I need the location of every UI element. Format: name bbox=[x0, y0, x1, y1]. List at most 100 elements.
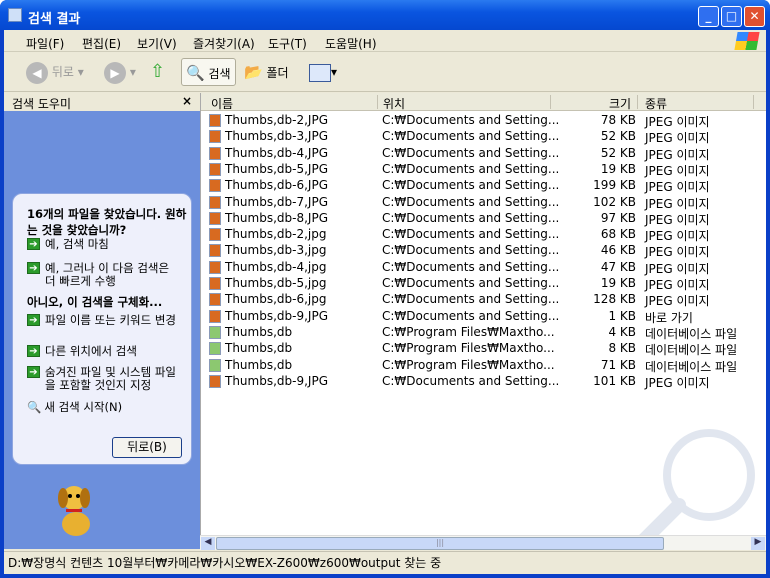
file-size: 52 KB bbox=[600, 145, 636, 160]
file-size: 97 KB bbox=[600, 210, 636, 225]
arrow-icon: ➔ bbox=[27, 238, 40, 250]
file-row[interactable]: Thumbs,db-4,jpg C:₩Documents and Setting… bbox=[201, 259, 766, 276]
status-bar: D:₩장명식 컨텐츠 10월부터₩카메라₩카시오₩EX-Z600₩z600₩ou… bbox=[4, 551, 766, 570]
file-location: C:₩Program Files₩Maxtho... bbox=[382, 341, 555, 356]
search-dog-icon bbox=[58, 486, 90, 536]
jpeg-file-icon bbox=[209, 277, 221, 290]
link-label: 다른 위치에서 검색 bbox=[45, 344, 137, 358]
link-hidden-files[interactable]: ➔ 숨겨진 파일 및 시스템 파일을 포함할 것인지 지정 bbox=[27, 366, 187, 392]
horizontal-scrollbar[interactable]: ◀ ||| ▶ bbox=[200, 535, 766, 550]
jpeg-file-icon bbox=[209, 146, 221, 160]
views-icon bbox=[309, 63, 331, 82]
link-label: 파일 이름 또는 키워드 변경 bbox=[45, 313, 177, 327]
link-yes-finish[interactable]: ➔ 예, 검색 마침 bbox=[27, 238, 187, 251]
file-row[interactable]: Thumbs,db-7,JPG C:₩Documents and Setting… bbox=[201, 194, 766, 211]
link-other-location[interactable]: ➔ 다른 위치에서 검색 bbox=[27, 345, 187, 358]
file-row[interactable]: Thumbs,db C:₩Program Files₩Maxtho... 4 K… bbox=[201, 324, 766, 341]
column-size[interactable]: 크기 bbox=[609, 95, 631, 112]
file-name: Thumbs,db-4,jpg bbox=[225, 259, 327, 274]
file-row[interactable]: Thumbs,db-4,JPG C:₩Documents and Setting… bbox=[201, 145, 766, 162]
file-location: C:₩Documents and Setting... bbox=[382, 194, 560, 209]
menu-help[interactable]: 도움말(H) bbox=[325, 35, 377, 52]
maximize-button[interactable]: □ bbox=[721, 6, 742, 27]
scroll-right-button[interactable]: ▶ bbox=[751, 537, 765, 550]
menu-favorites[interactable]: 즐겨찾기(A) bbox=[193, 35, 255, 52]
column-location[interactable]: 위치 bbox=[383, 95, 405, 112]
column-name[interactable]: 이름 bbox=[211, 95, 233, 112]
file-location: C:₩Program Files₩Maxtho... bbox=[382, 324, 555, 339]
scroll-thumb[interactable]: ||| bbox=[216, 537, 664, 550]
file-row[interactable]: Thumbs,db-6,jpg C:₩Documents and Setting… bbox=[201, 291, 766, 308]
link-yes-faster[interactable]: ➔ 예, 그러나 이 다음 검색은 더 빠르게 수행 bbox=[27, 262, 187, 288]
file-row[interactable]: Thumbs,db-8,JPG C:₩Documents and Setting… bbox=[201, 210, 766, 227]
close-button[interactable]: ✕ bbox=[744, 6, 765, 27]
file-row[interactable]: Thumbs,db-5,JPG C:₩Documents and Setting… bbox=[201, 161, 766, 178]
up-folder-button[interactable]: ⇧ bbox=[150, 58, 165, 86]
toolbar: ◀ 뒤로 ▾ ▶ ▾ ⇧ 🔍 검색 📂 폴더 ▾ bbox=[4, 52, 766, 92]
file-row[interactable]: Thumbs,db-9,JPG C:₩Documents and Setting… bbox=[201, 373, 766, 390]
menu-file[interactable]: 파일(F) bbox=[26, 35, 64, 52]
file-location: C:₩Documents and Setting... bbox=[382, 113, 560, 127]
file-name: Thumbs,db-9,JPG bbox=[225, 308, 329, 323]
database-file-icon bbox=[209, 358, 221, 372]
magnifier-watermark-icon bbox=[629, 429, 755, 549]
windows-logo bbox=[734, 32, 760, 50]
file-row[interactable]: Thumbs,db-9,JPG C:₩Documents and Setting… bbox=[201, 308, 766, 325]
jpeg-file-icon bbox=[209, 130, 221, 144]
back-button[interactable]: ◀ 뒤로 ▾ bbox=[26, 58, 84, 86]
search-results-bubble: 16개의 파일을 찾았습니다. 원하는 것을 찾았습니까? ➔ 예, 검색 마침 … bbox=[12, 193, 192, 465]
file-row[interactable]: Thumbs,db C:₩Program Files₩Maxtho... 8 K… bbox=[201, 340, 766, 357]
file-type: JPEG 이미지 bbox=[645, 375, 710, 390]
refine-heading: 아니오, 이 검색을 구체화... bbox=[27, 295, 163, 309]
file-name: Thumbs,db bbox=[225, 324, 293, 339]
file-row[interactable]: Thumbs,db-5,jpg C:₩Documents and Setting… bbox=[201, 275, 766, 292]
file-name: Thumbs,db-3,JPG bbox=[225, 129, 329, 144]
jpeg-file-icon bbox=[209, 179, 221, 193]
menu-edit[interactable]: 편집(E) bbox=[82, 35, 121, 52]
search-button[interactable]: 🔍 검색 bbox=[181, 58, 236, 86]
scroll-left-button[interactable]: ◀ bbox=[201, 537, 215, 550]
jpeg-file-icon bbox=[209, 114, 221, 127]
menu-tools[interactable]: 도구(T) bbox=[268, 35, 307, 52]
explorer-window: 검색 결과 _ □ ✕ 파일(F) 편집(E) 보기(V) 즐겨찾기(A) 도구… bbox=[0, 0, 770, 578]
file-location: C:₩Documents and Setting... bbox=[382, 373, 560, 388]
search-icon: 🔍 bbox=[27, 400, 42, 414]
file-row[interactable]: Thumbs,db C:₩Program Files₩Maxtho... 71 … bbox=[201, 357, 766, 374]
file-row[interactable]: Thumbs,db-2,JPG C:₩Documents and Setting… bbox=[201, 112, 766, 129]
file-row[interactable]: Thumbs,db-6,JPG C:₩Documents and Setting… bbox=[201, 177, 766, 194]
back-label: 뒤로 bbox=[51, 65, 74, 79]
file-row[interactable]: Thumbs,db-3,JPG C:₩Documents and Setting… bbox=[201, 128, 766, 145]
menu-view[interactable]: 보기(V) bbox=[137, 35, 177, 52]
link-new-search[interactable]: 🔍 새 검색 시작(N) bbox=[27, 401, 187, 414]
file-location: C:₩Documents and Setting... bbox=[382, 145, 560, 160]
file-name: Thumbs,db bbox=[225, 341, 293, 356]
file-row[interactable]: Thumbs,db-2,jpg C:₩Documents and Setting… bbox=[201, 226, 766, 243]
file-size: 8 KB bbox=[608, 341, 636, 356]
title-bar: 검색 결과 _ □ ✕ bbox=[0, 0, 770, 30]
forward-button[interactable]: ▶ ▾ bbox=[104, 58, 136, 86]
file-size: 1 KB bbox=[608, 308, 636, 323]
close-pane-icon[interactable]: × bbox=[182, 94, 192, 108]
back-pane-button[interactable]: 뒤로(B) bbox=[112, 437, 182, 458]
file-size: 128 KB bbox=[593, 292, 636, 307]
minimize-button[interactable]: _ bbox=[698, 6, 719, 27]
file-row[interactable]: Thumbs,db-3,jpg C:₩Documents and Setting… bbox=[201, 242, 766, 259]
views-button[interactable]: ▾ bbox=[309, 58, 337, 86]
column-type[interactable]: 종류 bbox=[645, 95, 667, 112]
file-size: 4 KB bbox=[608, 324, 636, 339]
link-change-name[interactable]: ➔ 파일 이름 또는 키워드 변경 bbox=[27, 314, 187, 327]
window-icon bbox=[8, 8, 22, 22]
file-name: Thumbs,db-9,JPG bbox=[225, 373, 329, 388]
file-name: Thumbs,db-2,JPG bbox=[225, 113, 329, 127]
file-size: 71 KB bbox=[600, 357, 636, 372]
file-name: Thumbs,db bbox=[225, 357, 293, 372]
file-location: C:₩Documents and Setting... bbox=[382, 308, 560, 323]
file-size: 47 KB bbox=[600, 259, 636, 274]
folders-button[interactable]: 📂 폴더 bbox=[244, 58, 289, 86]
file-location: C:₩Documents and Setting... bbox=[382, 259, 560, 274]
jpeg-file-icon bbox=[209, 260, 221, 274]
jpeg-file-icon bbox=[209, 244, 221, 258]
file-size: 199 KB bbox=[593, 178, 636, 193]
database-file-icon bbox=[209, 325, 221, 339]
file-size: 19 KB bbox=[600, 276, 636, 290]
